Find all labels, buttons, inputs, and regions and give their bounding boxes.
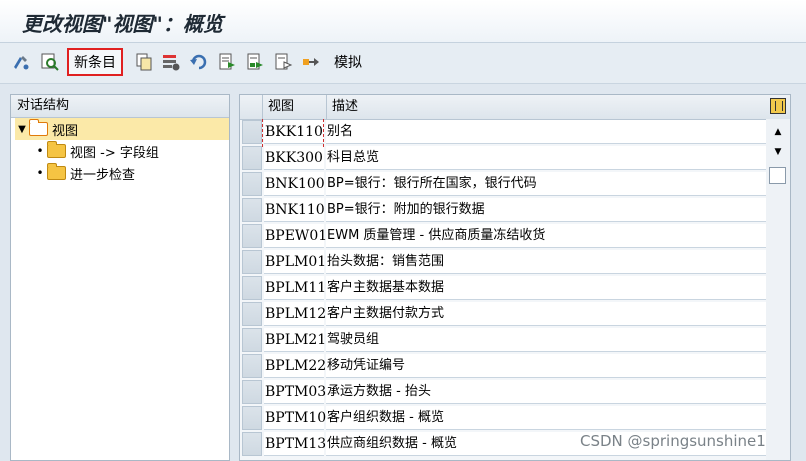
tree-item-further-checks[interactable]: • 进一步检查 [33,162,135,184]
select-block-icon[interactable] [245,52,265,72]
view-cell[interactable]: BPLM21 [264,328,326,352]
view-cell[interactable]: BPTM03 [264,380,326,404]
row-selector[interactable] [242,224,262,248]
scroll-up-icon[interactable]: ▲ [771,125,785,139]
view-cell[interactable]: BNK100 [264,172,325,196]
row-selector[interactable] [242,380,262,404]
description-cell: 客户组织数据 - 概览 [326,406,766,430]
view-cell[interactable]: BPLM01 [264,250,326,274]
transport-icon[interactable] [301,52,321,72]
table-row[interactable]: BPLM22 移动凭证编号 [240,353,766,379]
description-cell: 移动凭证编号 [326,354,766,378]
title-bar: 更改视图"视图"：概览 [0,0,806,43]
tree-item-label: 进一步检查 [70,167,136,183]
description-cell: 承运方数据 - 抬头 [326,380,766,404]
row-selector[interactable] [242,172,262,196]
tree-item-view[interactable]: ▼ 视图 [15,118,229,140]
bullet-icon: • [36,166,44,180]
folder-icon [47,141,66,158]
application-toolbar: 新条目 模拟 [0,43,806,84]
table-row[interactable]: BPEW01 EWM 质量管理 - 供应商质量冻结收货 [240,223,766,249]
table-header: 视图 描述 [240,95,790,120]
table-row[interactable]: BPTM10 客户组织数据 - 概览 [240,405,766,431]
view-cell[interactable]: BPLM11 [264,276,326,300]
column-header-description[interactable]: 描述 [326,95,766,119]
dialog-structure-header: 对话结构 [11,95,229,118]
table-row[interactable]: BKK300 科目总览 [240,145,766,171]
view-cell[interactable]: BPTM10 [264,406,326,430]
select-all-icon[interactable] [217,52,237,72]
table-settings-icon[interactable] [770,98,786,114]
description-cell: 抬头数据：销售范围 [326,250,766,274]
watermark: CSDN @springsunshine1 [580,432,766,450]
tree-item-view-field-group[interactable]: • 视图 -> 字段组 [33,140,159,162]
view-cell[interactable]: BPLM22 [264,354,326,378]
view-cell[interactable]: BPEW01 [264,224,327,248]
expand-arrow-icon[interactable]: ▼ [15,124,29,135]
row-selector[interactable] [242,406,262,430]
row-selector[interactable] [242,354,262,378]
undo-icon[interactable] [189,52,209,72]
description-cell: BP=银行：银行所在国家，银行代码 [326,172,766,196]
deselect-all-icon[interactable] [273,52,293,72]
row-selector[interactable] [242,328,262,352]
new-entries-button[interactable]: 新条目 [67,48,123,76]
row-selector[interactable] [242,146,262,170]
description-cell: 驾驶员组 [326,328,766,352]
description-cell: BP=银行：附加的银行数据 [326,198,766,222]
column-header-view[interactable]: 视图 [262,95,326,119]
display-change-icon[interactable] [11,52,31,72]
view-cell[interactable]: BNK110 [264,198,325,222]
simulate-button[interactable]: 模拟 [334,52,362,72]
description-cell: 别名 [326,120,766,144]
description-cell: 科目总览 [326,146,766,170]
table-row[interactable]: BNK100 BP=银行：银行所在国家，银行代码 [240,171,766,197]
tree-item-label: 视图 [52,123,79,139]
open-folder-icon [29,119,48,136]
table-row[interactable]: BNK110 BP=银行：附加的银行数据 [240,197,766,223]
row-selector[interactable] [242,276,262,300]
view-cell[interactable]: BPTM13 [264,432,326,456]
table-row[interactable]: BPTM03 承运方数据 - 抬头 [240,379,766,405]
dialog-structure-panel: 对话结构 ▼ 视图 • 视图 -> 字段组 • 进一步检查 [10,94,230,461]
row-selector[interactable] [242,302,262,326]
delete-icon[interactable] [161,52,181,72]
find-icon[interactable] [40,52,60,72]
table-row[interactable]: BPLM12 客户主数据付款方式 [240,301,766,327]
table-row[interactable]: BKK110 别名 [240,119,766,145]
table-row[interactable]: BPLM21 驾驶员组 [240,327,766,353]
view-cell[interactable]: BPLM12 [264,302,326,326]
copy-icon[interactable] [134,52,154,72]
row-selector[interactable] [242,432,262,456]
vertical-scrollbar[interactable]: ▲ ▼ [766,119,790,460]
bullet-icon: • [36,144,44,158]
row-selector[interactable] [242,250,262,274]
description-cell: EWM 质量管理 - 供应商质量冻结收货 [326,224,766,248]
table-row[interactable]: BPLM11 客户主数据基本数据 [240,275,766,301]
row-selector[interactable] [242,120,262,144]
tree-item-label: 视图 -> 字段组 [70,145,159,161]
table-row[interactable]: BPLM01 抬头数据：销售范围 [240,249,766,275]
folder-icon [47,163,66,180]
page-title: 更改视图"视图"：概览 [22,12,223,36]
view-cell[interactable]: BKK300 [264,146,324,170]
scroll-down-icon[interactable]: ▼ [771,145,785,159]
row-selector[interactable] [242,198,262,222]
view-cell[interactable]: BKK110 [264,120,324,144]
views-table: 视图 描述 BKK110 别名 BKK300 科目总览 BNK100 BP=银行：银行所在… [239,94,791,461]
description-cell: 客户主数据付款方式 [326,302,766,326]
scroll-thumb[interactable] [769,167,786,184]
description-cell: 客户主数据基本数据 [326,276,766,300]
